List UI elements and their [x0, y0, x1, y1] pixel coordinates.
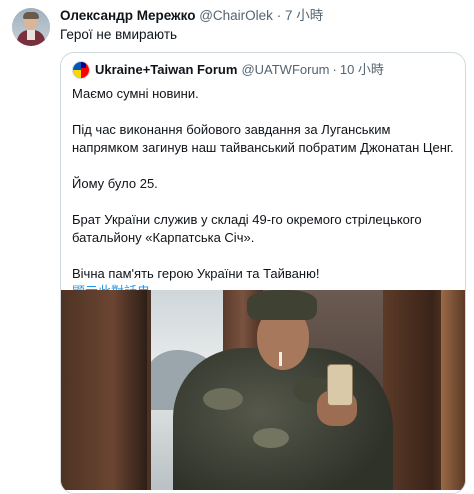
quoted-tweet-header: Ukraine+Taiwan Forum @UATWForum · 10 小時 — [72, 61, 384, 79]
tweet-timestamp[interactable]: 7 小時 — [285, 8, 323, 23]
quoted-author-avatar — [72, 61, 90, 79]
quoted-tweet-photo[interactable] — [61, 290, 465, 490]
tweet-text: Герої не вмирають — [60, 27, 178, 42]
author-handle[interactable]: @ChairOlek — [199, 8, 273, 23]
author-avatar[interactable] — [12, 8, 50, 46]
separator-dot: · — [276, 8, 282, 23]
separator-dot: · — [332, 62, 337, 77]
quoted-author-handle: @UATWForum — [241, 62, 330, 77]
quoted-tweet-text: Маємо сумні новини. Під час виконання бо… — [72, 85, 456, 301]
quoted-paragraph: Під час виконання бойового завдання за Л… — [72, 122, 454, 155]
quoted-author-name: Ukraine+Taiwan Forum — [95, 62, 238, 77]
quoted-paragraph: Йому було 25. — [72, 176, 158, 191]
quoted-tweet-card[interactable]: Ukraine+Taiwan Forum @UATWForum · 10 小時 … — [60, 52, 466, 494]
author-name[interactable]: Олександр Мережко — [60, 8, 195, 23]
tweet-header: Олександр Мережко @ChairOlek · 7 小時 — [60, 8, 323, 24]
quoted-paragraph: Вічна пам'ять герою України та Тайваню! — [72, 266, 320, 281]
quoted-paragraph: Брат України служив у складі 49-го окрем… — [72, 212, 422, 245]
quoted-tweet-timestamp: 10 小時 — [339, 62, 384, 77]
quoted-paragraph: Маємо сумні новини. — [72, 86, 199, 101]
